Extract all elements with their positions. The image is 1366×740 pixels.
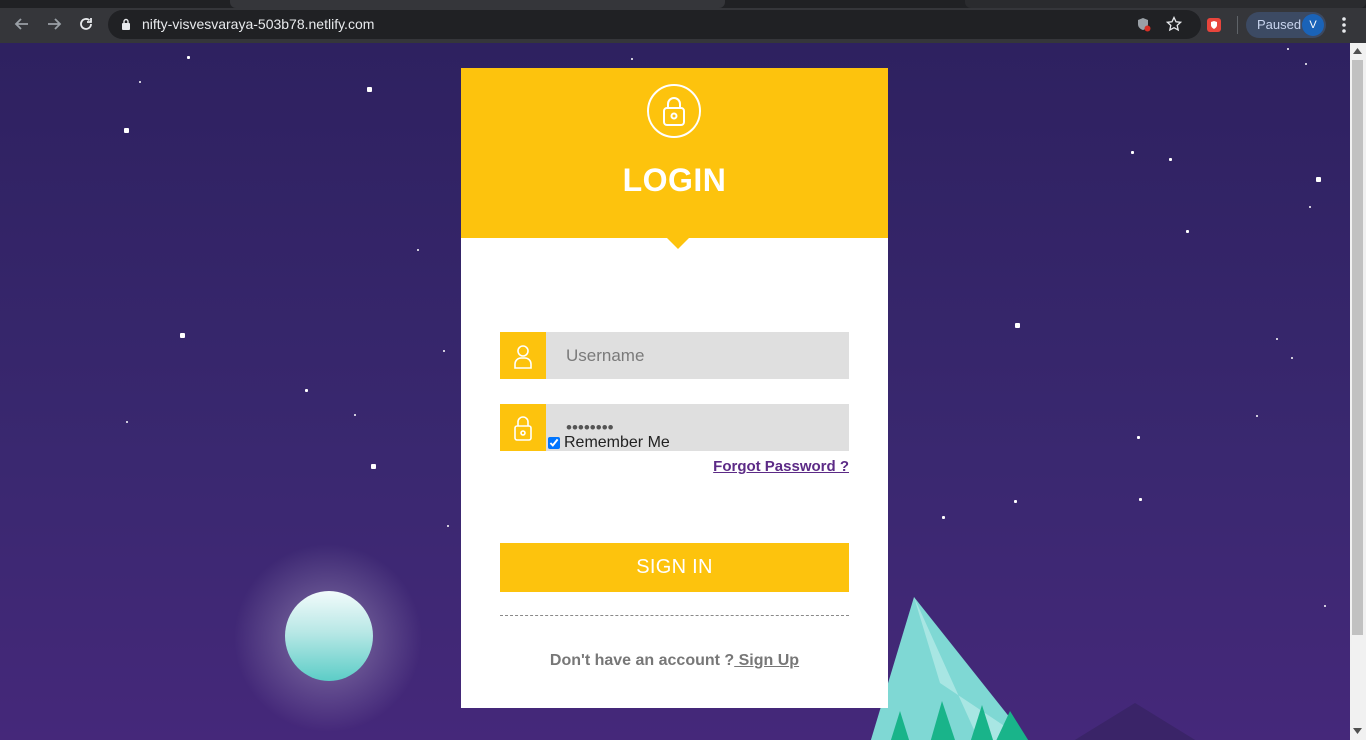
star <box>1276 338 1278 340</box>
star <box>126 421 128 423</box>
star <box>371 464 376 469</box>
tracking-shield-icon[interactable] <box>1136 17 1152 33</box>
star <box>1131 151 1134 154</box>
star <box>417 249 419 251</box>
star <box>631 58 633 60</box>
star <box>187 56 190 59</box>
toolbar-separator <box>1237 16 1238 34</box>
password-icon-box <box>500 404 546 451</box>
star <box>1014 500 1017 503</box>
star <box>443 350 445 352</box>
divider <box>500 615 849 616</box>
padlock-icon <box>514 415 532 441</box>
star <box>1139 498 1142 501</box>
forward-button[interactable] <box>43 13 65 35</box>
forgot-password-link[interactable]: Forgot Password ? <box>713 458 849 475</box>
mountain-illustration <box>870 597 1196 740</box>
remember-me[interactable]: Remember Me <box>548 434 670 452</box>
tab-strip <box>0 0 1366 8</box>
header-pointer <box>667 238 689 249</box>
browser-toolbar: nifty-visvesvaraya-503b78.netlify.com Pa… <box>0 0 1366 43</box>
star <box>367 87 372 92</box>
tab-active[interactable] <box>230 0 725 8</box>
user-icon <box>514 344 532 369</box>
reload-button[interactable] <box>75 13 97 35</box>
moon <box>285 591 373 681</box>
star <box>180 333 185 338</box>
lock-icon <box>663 97 685 126</box>
star <box>1137 436 1140 439</box>
star <box>1305 63 1307 65</box>
forward-arrow-icon <box>48 18 62 30</box>
sign-up-link[interactable]: Sign Up <box>734 652 799 669</box>
star <box>354 414 356 416</box>
address-url[interactable]: nifty-visvesvaraya-503b78.netlify.com <box>142 16 374 32</box>
star <box>124 128 129 133</box>
no-account-text: Don't have an account ? <box>549 652 735 669</box>
star <box>305 389 308 392</box>
star <box>139 81 141 83</box>
back-arrow-icon <box>14 18 28 30</box>
star <box>1287 48 1289 50</box>
tab-other[interactable] <box>965 0 1366 8</box>
back-button[interactable] <box>11 13 33 35</box>
scrollbar-thumb[interactable] <box>1352 60 1363 635</box>
star <box>1291 357 1293 359</box>
username-field <box>500 332 849 379</box>
extension-shield-icon[interactable] <box>1206 17 1222 33</box>
menu-kebab-icon[interactable] <box>1337 16 1351 34</box>
remember-me-label: Remember Me <box>564 434 670 451</box>
login-title: LOGIN <box>622 162 727 198</box>
login-card: LOGIN Remember Me Forgot Password ? SIGN… <box>461 68 888 708</box>
scroll-up-icon[interactable] <box>1353 48 1362 54</box>
star <box>1309 206 1311 208</box>
scroll-down-icon[interactable] <box>1353 728 1362 734</box>
star <box>1256 415 1258 417</box>
signup-prompt: Don't have an account ? Sign Up <box>461 652 888 670</box>
reload-icon <box>80 18 92 30</box>
login-header: LOGIN <box>461 68 888 238</box>
sign-in-button[interactable]: SIGN IN <box>500 543 849 592</box>
star <box>942 516 945 519</box>
secure-lock-icon <box>122 18 130 30</box>
star <box>1316 177 1321 182</box>
profile-avatar[interactable]: V <box>1302 14 1324 36</box>
username-input[interactable] <box>546 332 849 379</box>
remember-me-checkbox[interactable] <box>548 437 560 449</box>
profile-status: Paused <box>1257 17 1302 32</box>
header-lock-icon <box>647 84 701 138</box>
star <box>1186 230 1189 233</box>
star <box>1169 158 1172 161</box>
bookmark-star-icon[interactable] <box>1166 16 1182 32</box>
star <box>1015 323 1020 328</box>
star <box>447 525 449 527</box>
username-icon-box <box>500 332 546 379</box>
